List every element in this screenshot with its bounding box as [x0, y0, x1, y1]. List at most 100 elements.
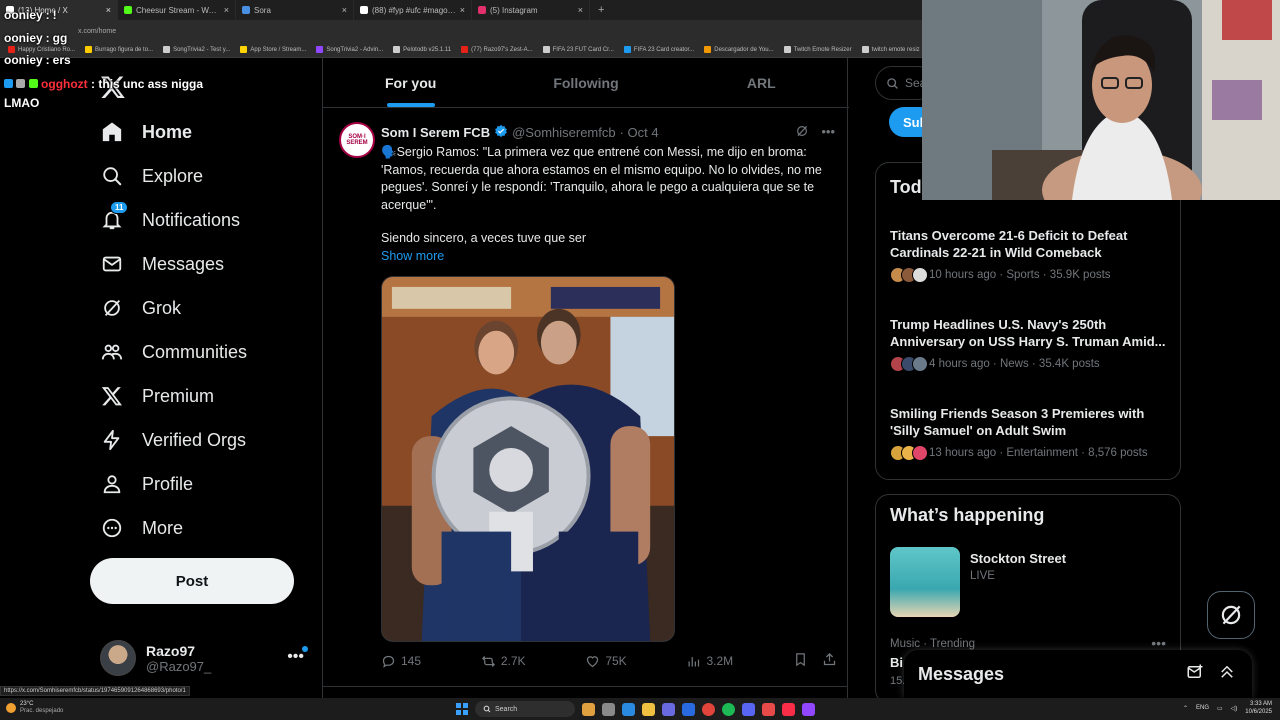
tweet-author-handle[interactable]: @Somhiseremfcb	[512, 125, 616, 140]
views-button[interactable]: 3.2M	[686, 654, 733, 669]
mail-icon	[100, 252, 124, 276]
close-icon[interactable]: ×	[578, 5, 583, 15]
bookmark-favicon-icon	[163, 46, 171, 53]
chat-text: ers	[52, 53, 71, 67]
post-button[interactable]: Post	[90, 558, 294, 604]
widgets-icon[interactable]	[582, 702, 595, 716]
tweet-date[interactable]: · Oct 4	[620, 125, 659, 140]
account-switcher[interactable]: Razo97 @Razo97_ •••	[100, 638, 310, 678]
expand-up-icon[interactable]	[1218, 663, 1236, 686]
bookmark-item[interactable]: SongTrivia2 - Advin...	[316, 46, 383, 53]
bookmark-item[interactable]: Twitch Emote Resizer	[783, 46, 852, 53]
taskbar-search[interactable]: Search	[475, 701, 575, 717]
tweet-author-name[interactable]: Som I Serem FCB	[381, 125, 490, 140]
like-button[interactable]: 75K	[585, 654, 627, 669]
more-horizontal-icon[interactable]: •••	[287, 648, 304, 666]
timeline-column: For you Following ARL SOM·I SEREM Som I …	[322, 58, 849, 698]
nav-item-verified-orgs[interactable]: Verified Orgs	[90, 418, 310, 462]
browser-tab-instagram[interactable]: (5) Instagram ×	[472, 0, 590, 20]
primary-nav: Home Explore 11 Notifications Messages G…	[90, 110, 310, 550]
news-item[interactable]: Smiling Friends Season 3 Premieres with …	[890, 405, 1170, 461]
share-icon[interactable]	[822, 652, 837, 670]
chrome-icon[interactable]	[702, 702, 715, 716]
news-item[interactable]: Trump Headlines U.S. Navy's 250th Annive…	[890, 316, 1170, 372]
discord-icon[interactable]	[742, 702, 755, 716]
close-icon[interactable]: ×	[106, 5, 111, 15]
tab-arl[interactable]: ARL	[674, 58, 849, 107]
browser-tab-tiktok[interactable]: (88) #fyp #ufc #magomedanki ×	[354, 0, 472, 20]
weather-widget[interactable]: 23°C Prac. despejado	[6, 701, 63, 715]
chat-badge-icon	[16, 79, 26, 88]
show-more-link[interactable]: Show more	[381, 249, 444, 263]
more-horizontal-icon[interactable]: •••	[1151, 635, 1166, 651]
notification-count-badge: 11	[110, 201, 129, 214]
store-icon[interactable]	[662, 702, 675, 716]
nav-item-notifications[interactable]: 11 Notifications	[90, 198, 310, 242]
bookmark-label: FIFA 23 Card creator...	[633, 46, 695, 53]
tweet-photo[interactable]	[381, 276, 675, 642]
volume-icon[interactable]: ◁)	[1231, 705, 1238, 712]
browser-tab-sora[interactable]: Sora ×	[236, 0, 354, 20]
twitch-icon[interactable]	[802, 702, 815, 716]
live-event-thumbnail[interactable]	[890, 547, 960, 617]
panel-title: What’s happening	[890, 505, 1045, 525]
bookmark-item[interactable]: App Store / Stream...	[240, 46, 306, 53]
messages-drawer[interactable]: Messages	[904, 650, 1252, 698]
views-chart-icon	[688, 656, 700, 666]
close-icon[interactable]: ×	[224, 5, 229, 15]
trend-title[interactable]: Bi	[890, 655, 903, 670]
chevron-up-icon[interactable]: ⌃	[1183, 705, 1188, 712]
obs-icon[interactable]	[762, 702, 775, 716]
language-indicator[interactable]: ENG	[1196, 705, 1209, 711]
bookmark-item[interactable]: SongTrivia2 - Test y...	[163, 46, 230, 53]
nav-item-explore[interactable]: Explore	[90, 154, 310, 198]
address-bar[interactable]: x.com/home	[0, 20, 922, 42]
reply-button[interactable]: 145	[381, 654, 421, 669]
nav-item-grok[interactable]: Grok	[90, 286, 310, 330]
live-event-title[interactable]: Stockton Street	[970, 551, 1066, 566]
nav-item-premium[interactable]: Premium	[90, 374, 310, 418]
bookmark-item[interactable]: twitch emote resiz	[861, 46, 920, 53]
edge-icon[interactable]	[622, 702, 635, 716]
new-message-icon[interactable]	[1186, 663, 1204, 686]
nav-item-home[interactable]: Home	[90, 110, 310, 154]
clock[interactable]: 3:33 AM 10/6/2025	[1245, 700, 1272, 716]
network-icon[interactable]: ▭	[1217, 705, 1223, 712]
new-tab-button[interactable]: +	[590, 4, 612, 16]
nav-item-communities[interactable]: Communities	[90, 330, 310, 374]
bookmark-label: Happy Cristiano Ro...	[18, 46, 76, 53]
close-icon[interactable]: ×	[460, 5, 465, 15]
grok-icon[interactable]	[795, 124, 809, 141]
bookmark-label: Pelotodb v25.1.11	[403, 46, 452, 53]
bookmark-item[interactable]: Pelotodb v25.1.11	[393, 46, 451, 53]
bookmark-item[interactable]: Burrago figura de to...	[85, 46, 153, 53]
news-meta-text: 4 hours ago · News · 35.4K posts	[929, 358, 1100, 370]
bookmark-icon[interactable]	[793, 652, 808, 670]
bookmark-item[interactable]: FIFA 23 FUT Card Cr...	[542, 46, 614, 53]
file-explorer-icon[interactable]	[642, 702, 655, 716]
more-horizontal-icon[interactable]: •••	[821, 124, 835, 141]
bookmark-item[interactable]: FIFA 23 Card creator...	[623, 46, 695, 53]
nav-item-profile[interactable]: Profile	[90, 462, 310, 506]
nav-item-messages[interactable]: Messages	[90, 242, 310, 286]
windows-start-icon[interactable]	[456, 703, 468, 715]
tab-for-you[interactable]: For you	[323, 58, 498, 107]
tab-label: (5) Instagram	[490, 5, 538, 15]
repost-button[interactable]: 2.7K	[481, 654, 526, 669]
bookmark-item[interactable]: Happy Cristiano Ro...	[8, 46, 75, 53]
tab-following[interactable]: Following	[498, 58, 673, 107]
tweet-author-avatar[interactable]: SOM·I SEREM	[339, 122, 375, 158]
nav-item-more[interactable]: More	[90, 506, 310, 550]
mail-app-icon[interactable]	[682, 702, 695, 716]
bookmark-item[interactable]: Descargador de You...	[704, 46, 774, 53]
task-view-icon[interactable]	[602, 702, 615, 716]
photo-illustration	[382, 277, 674, 641]
browser-tab-kick[interactable]: Cheesur Stream - Watch Live o ×	[118, 0, 236, 20]
grok-floating-button[interactable]	[1207, 591, 1255, 639]
bookmark-favicon-icon	[461, 46, 469, 53]
close-icon[interactable]: ×	[342, 5, 347, 15]
bookmark-item[interactable]: (77) Razo97's Zest-A...	[461, 46, 533, 53]
spotify-icon[interactable]	[722, 702, 735, 716]
news-item[interactable]: Titans Overcome 21-6 Deficit to Defeat C…	[890, 227, 1170, 283]
music-icon[interactable]	[782, 702, 795, 716]
